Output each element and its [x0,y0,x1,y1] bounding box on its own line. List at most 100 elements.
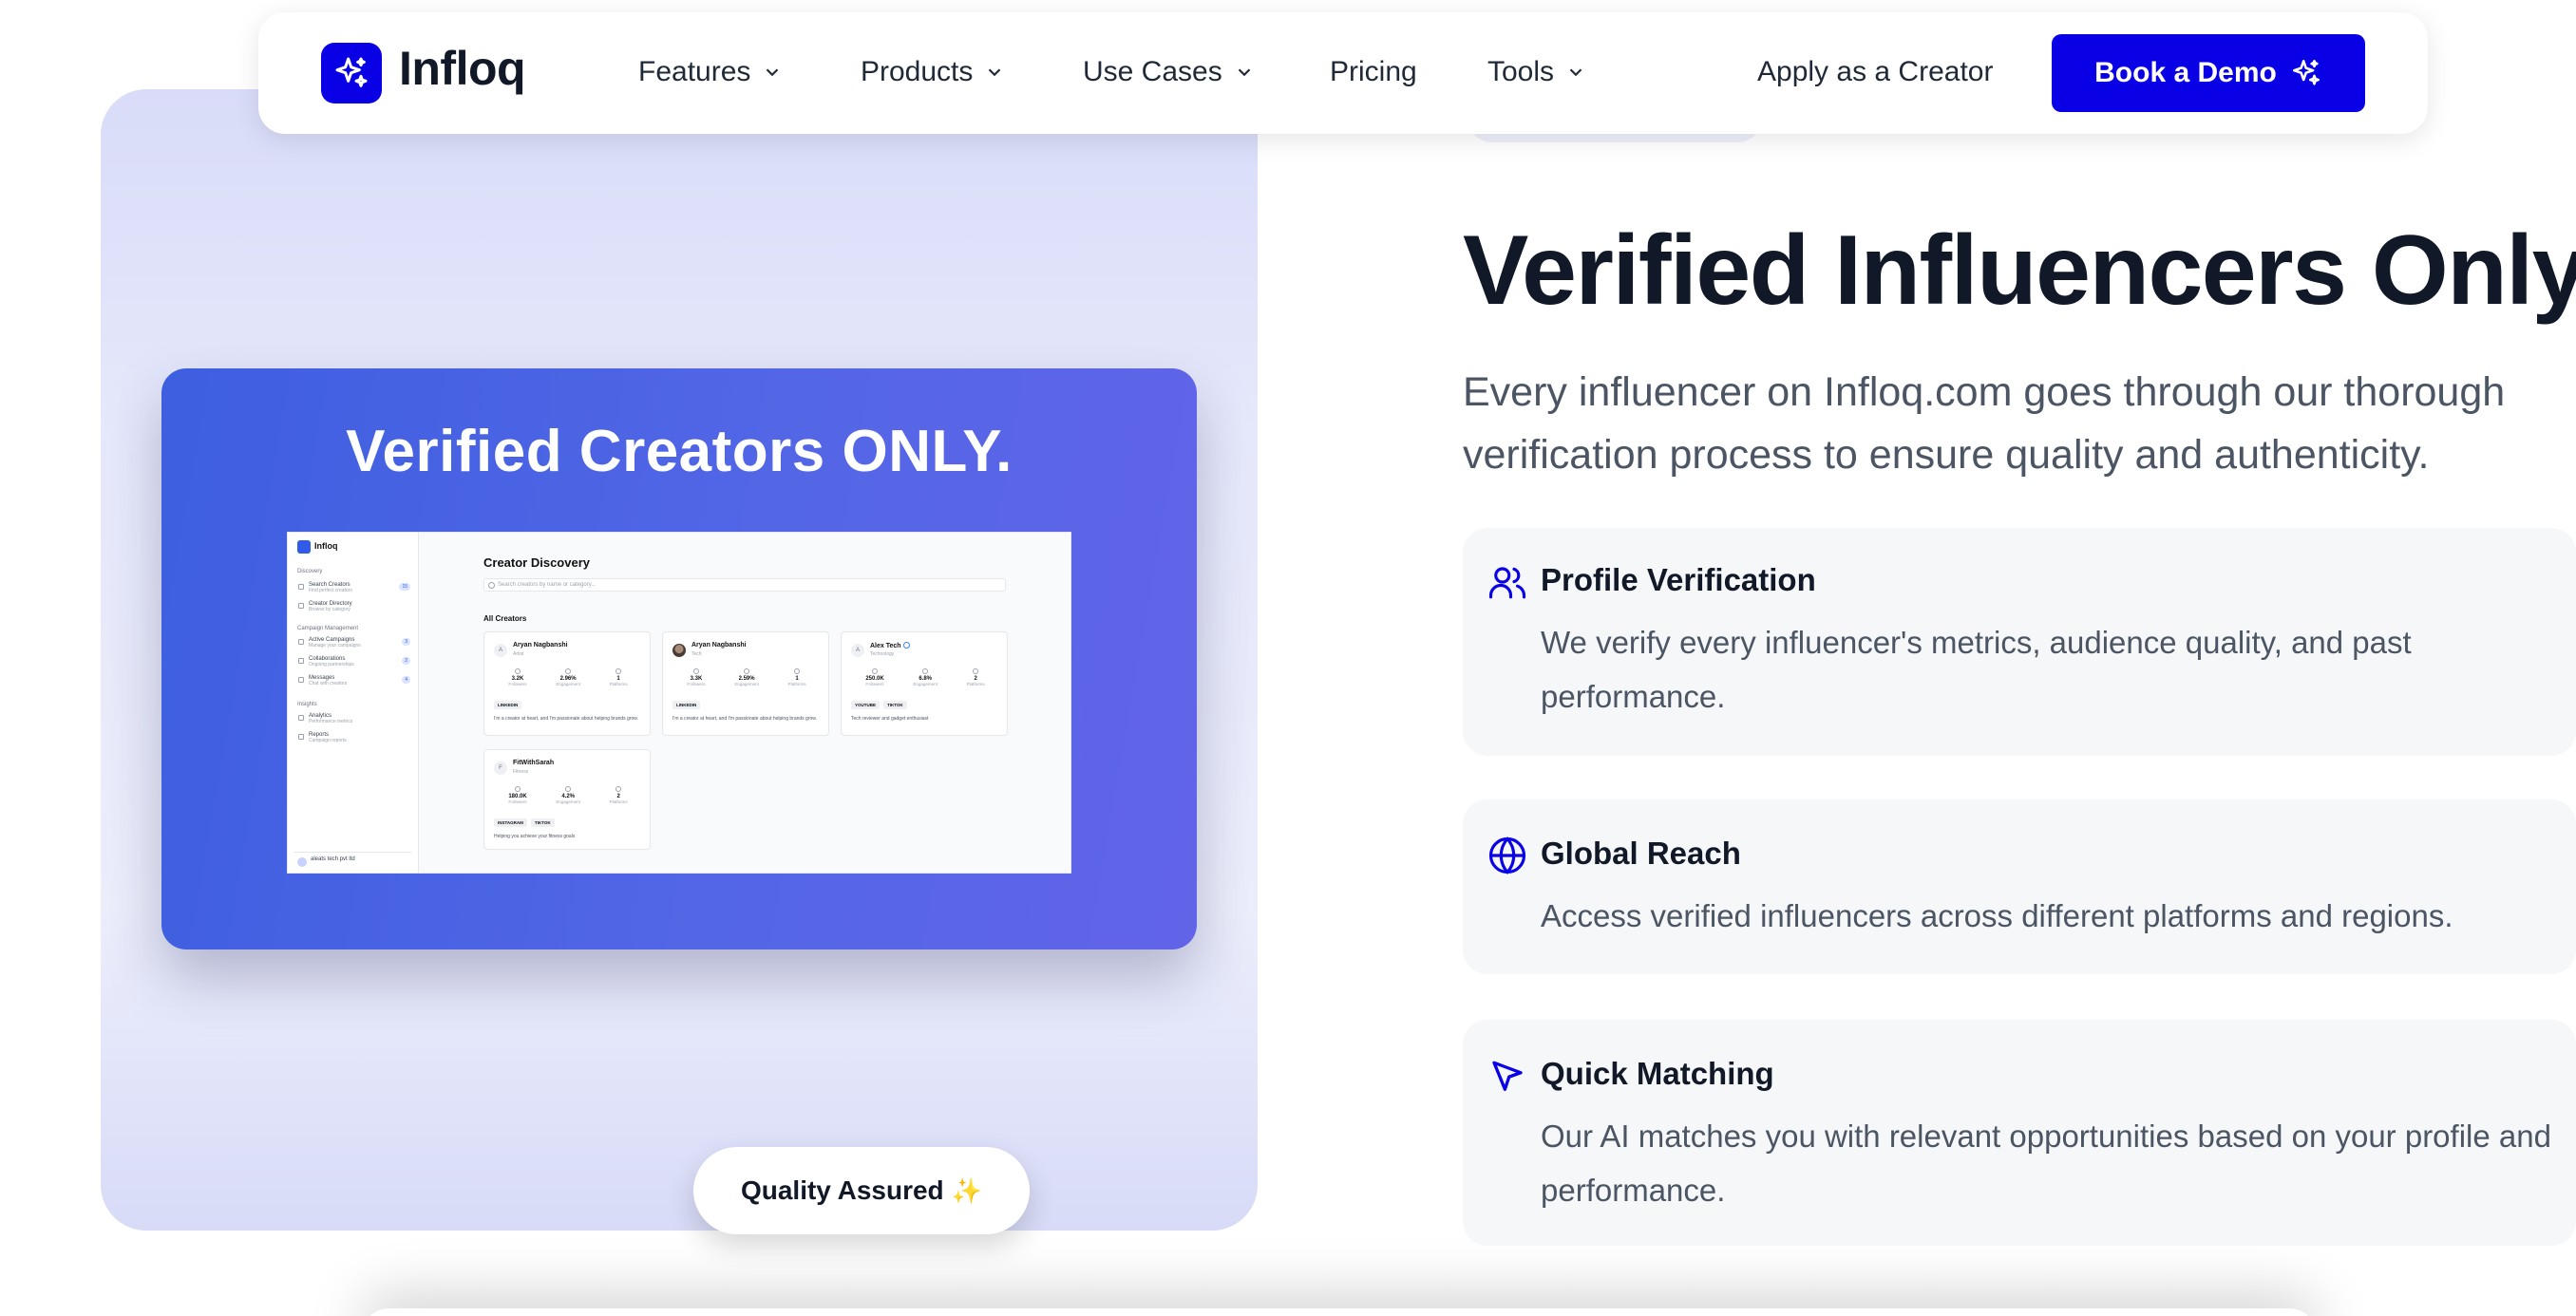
app-badge: 4 [402,676,410,684]
platform-tag: TIKTOK [530,818,555,827]
app-sidebar-item: Search Creators Find perfect creators [298,582,352,593]
page-title: Verified Influencers Only [1463,216,2576,326]
avatar [672,644,686,657]
showcase-title: Verified Creators ONLY. [346,419,1013,484]
book-demo-button[interactable]: Book a Demo [2052,34,2365,112]
creator-category: Artist [513,651,524,657]
app-section-title: Campaign Management [297,626,359,631]
nav-label: Tools [1487,56,1555,87]
followers-icon [515,786,521,792]
platforms-icon [794,668,801,674]
app-section-title: Insights [297,702,317,707]
creator-category: Technology [870,651,895,657]
apply-as-creator-link[interactable]: Apply as a Creator [1757,56,1993,88]
app-badge: 2 [402,657,410,665]
nav-label: Features [638,56,751,87]
platform-tag: INSTAGRAM [494,818,527,827]
logo-icon[interactable] [321,43,382,103]
verified-icon [902,642,910,649]
feature-description: Our AI matches you with relevant opportu… [1541,1119,2551,1208]
engagement-icon [922,668,929,674]
app-sidebar-item: Messages Chat with creators [298,675,347,686]
creator-card: F FitWithSarah Fitness 180.0K Followers 4… [483,749,651,850]
app-sidebar: Infloq Discovery Search Creators Find per… [288,533,419,873]
app-sidebar-item: Collaborations Ongoing partnerships [298,656,354,667]
app-sidebar-item: Creator Directory Browse by category [298,601,352,612]
creator-bio: I'm a creator at heart, and I'm passiona… [672,716,817,722]
book-demo-label: Book a Demo [2094,57,2277,88]
nav-tools[interactable]: Tools [1487,56,1586,88]
app-list-title: All Creators [483,614,527,623]
creator-stats: 180.0K Followers 4.2% Engagement 2 Platform… [494,786,642,804]
page-description: Every influencer on Infloq.com goes thro… [1463,369,2506,478]
nav-label: Pricing [1330,56,1417,87]
app-section-title: Discovery [297,569,323,574]
feature-card-quick-matching: Quick Matching Our AI matches you with r… [1463,1020,2576,1246]
feature-description: We verify every influencer's metrics, au… [1541,625,2412,714]
platform-tag: YOUTUBE [851,701,881,709]
brand-name[interactable]: Infloq [399,41,526,96]
app-sidebar-item: Reports Campaign reports [298,732,347,743]
followers-icon [514,668,521,674]
creator-name: Alex Tech [870,642,910,649]
cursor-arrow-icon [1492,1061,1523,1091]
chevron-down-icon [767,68,779,77]
nav-features[interactable]: Features [638,56,783,88]
avatar: F [494,761,507,775]
app-screenshot: Infloq Discovery Search Creators Find per… [287,532,1071,874]
avatar [297,857,307,867]
creator-bio: Helping you achieve your fitness goals [494,834,576,839]
users-icon [1488,567,1526,599]
chevron-down-icon [989,68,1001,77]
app-brand: Infloq [314,541,338,551]
showcase-card: Verified Creators ONLY. Infloq Discovery… [161,368,1197,949]
creator-name: FitWithSarah [513,760,555,766]
engagement-icon [565,786,572,792]
creator-card: A Alex Tech Technology 250.0K Followers 6… [841,631,1008,736]
followers-icon [872,668,879,674]
nav-products[interactable]: Products [861,56,1005,88]
chart-icon [298,715,304,721]
feature-title: Profile Verification [1541,562,1816,597]
avatar: A [494,644,507,657]
platform-tag: LINKEDIN [494,701,522,709]
followers-icon [692,668,699,674]
creator-name: Aryan Nagbanshi [691,642,747,649]
platform-tag: TIKTOK [883,701,907,709]
platforms-icon [973,668,979,674]
creator-stats: 250.0K Followers 6.8% Engagement 2 Platform… [851,668,999,686]
feature-card-global-reach: Global Reach Access verified influencers… [1463,799,2576,974]
sparkles-icon [2292,59,2320,85]
nav-use-cases[interactable]: Use Cases [1083,56,1255,88]
feature-card-profile-verification: Profile Verification We verify every inf… [1463,528,2576,756]
app-sidebar-item: Active Campaigns Manage your campaigns [298,637,361,649]
campaign-icon [298,639,304,645]
users-icon [298,603,304,609]
creator-name: Aryan Nagbanshi [513,642,568,649]
section-bottom-shadow [361,1308,2318,1316]
report-icon [298,734,304,740]
platforms-icon [616,668,622,674]
app-search-input: Search creators by name or category... [483,578,1006,592]
nav-label: Use Cases [1083,56,1222,87]
chevron-down-icon [1569,68,1582,77]
feature-title: Quick Matching [1541,1056,1774,1091]
feature-title: Global Reach [1541,836,1741,871]
app-page-title: Creator Discovery [483,555,590,570]
quality-assured-badge: Quality Assured ✨ [693,1147,1030,1234]
platform-tag: LINKEDIN [672,701,701,709]
top-navbar: Infloq Features Products Use Cases Prici… [258,12,2428,134]
app-badge: 3 [402,638,410,646]
message-icon [298,677,304,683]
feature-description: Access verified influencers across diffe… [1541,898,2453,933]
platforms-icon [616,786,622,792]
creator-card: A Aryan Nagbanshi Artist 3.2K Followers 2… [483,631,651,736]
nav-pricing[interactable]: Pricing [1330,56,1417,88]
creator-stats: 3.2K Followers 2.96% Engagement 1 Platforms [494,668,642,686]
app-logo-icon [297,540,311,554]
sparkle-icon: ✨ [951,1175,983,1205]
app-sidebar-item: Analytics Performance metrics [298,713,352,724]
globe-icon [1488,837,1526,874]
avatar: A [851,644,864,657]
creator-category: Tech [691,651,702,657]
